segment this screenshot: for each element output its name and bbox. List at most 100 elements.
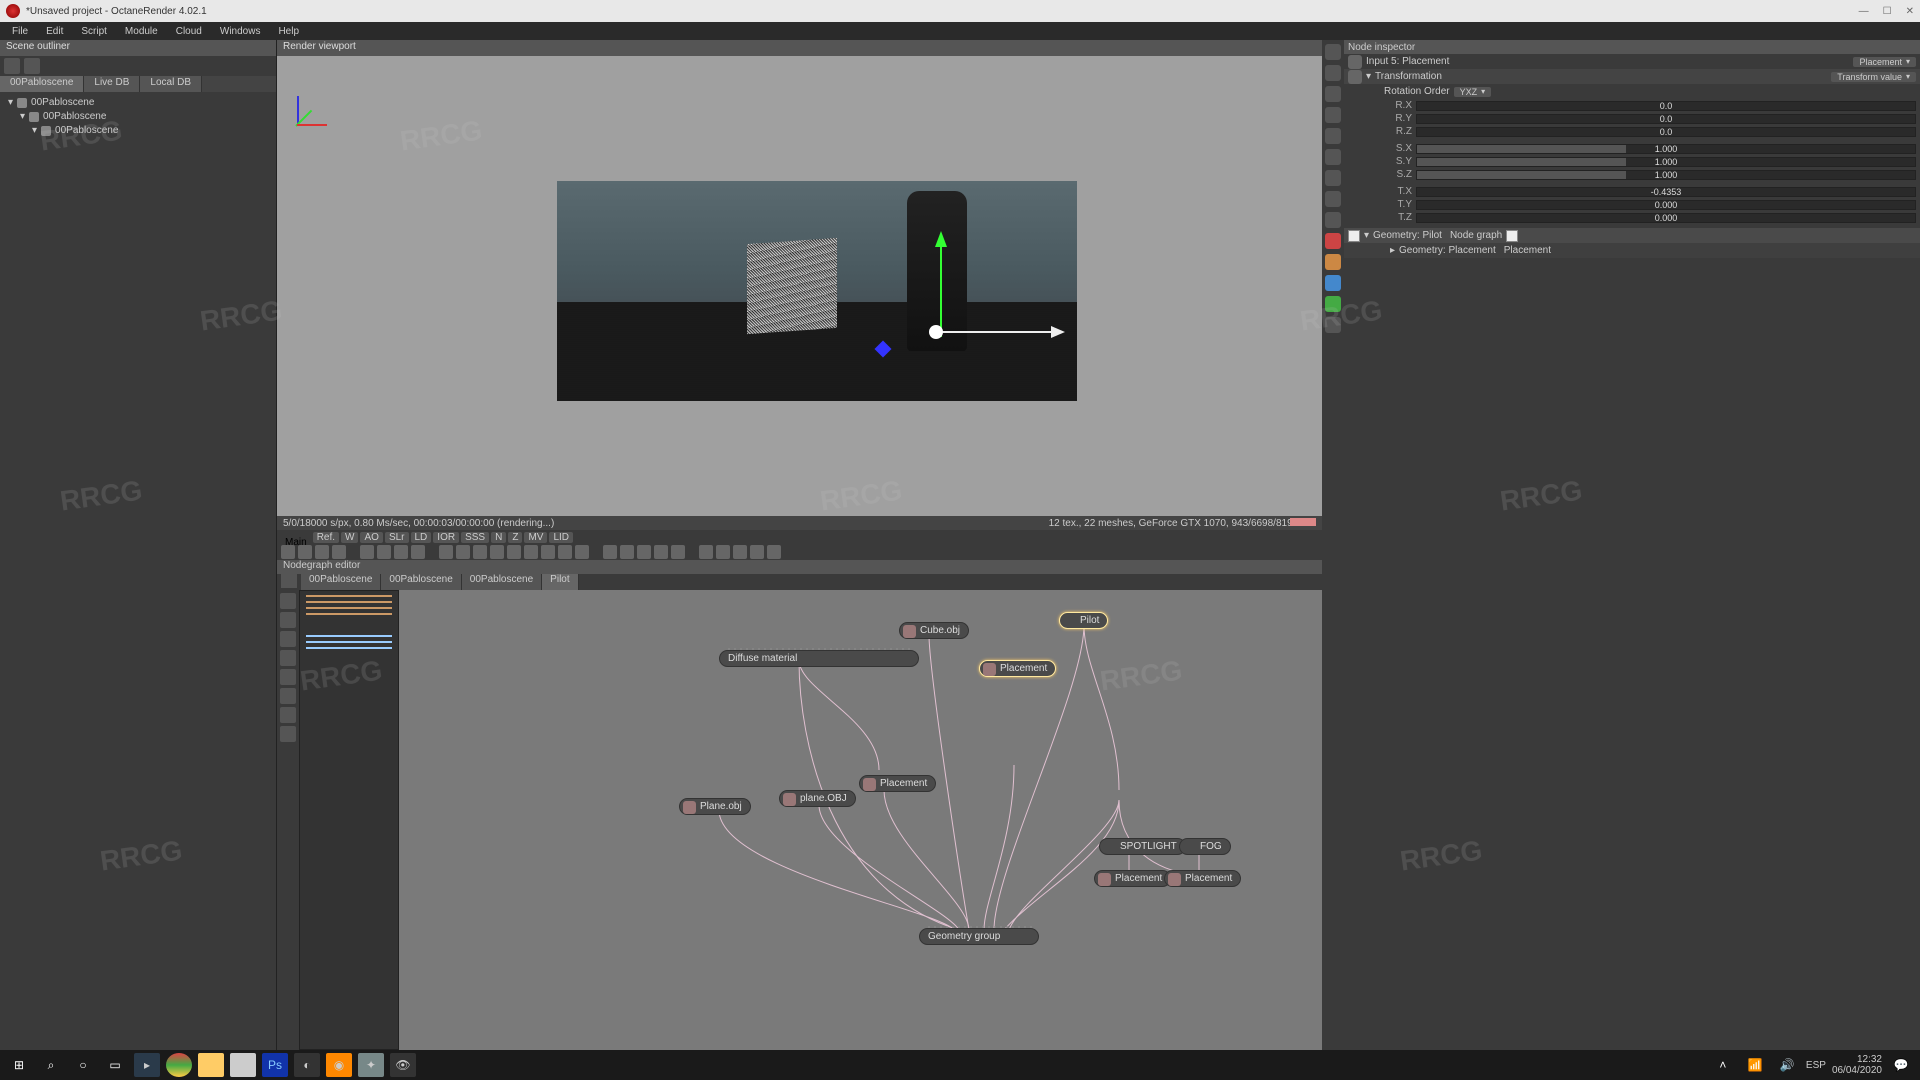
toolbar-icon[interactable] xyxy=(456,545,470,559)
transform-type-dropdown[interactable]: Transform value xyxy=(1831,72,1916,82)
taskbar-app-icon[interactable]: ◐ xyxy=(294,1053,320,1077)
toolbar-icon[interactable] xyxy=(524,545,538,559)
cat-icon[interactable] xyxy=(1325,296,1341,312)
taskbar-app-icon[interactable] xyxy=(230,1053,256,1077)
tab-local-db[interactable]: Local DB xyxy=(140,76,202,92)
tray-network-icon[interactable]: 📶 xyxy=(1742,1053,1768,1077)
cat-icon[interactable] xyxy=(1325,86,1341,102)
ng-tab[interactable]: 00Pabloscene xyxy=(381,574,461,590)
pass-lid-button[interactable]: LID xyxy=(549,532,573,543)
scale-z-slider[interactable]: S.Z1.000 xyxy=(1344,168,1920,181)
outliner-tool-icon[interactable] xyxy=(4,58,20,74)
nodegraph-home-icon[interactable] xyxy=(281,574,297,588)
prev-icon[interactable] xyxy=(377,545,391,559)
toolbar-icon[interactable] xyxy=(332,545,346,559)
node-placement[interactable]: Placement xyxy=(859,775,936,792)
ng-tool-icon[interactable] xyxy=(280,669,296,685)
cat-icon[interactable] xyxy=(1325,233,1341,249)
node-spotlight[interactable]: SPOTLIGHT xyxy=(1099,838,1186,855)
tray-language[interactable]: ESP xyxy=(1806,1060,1826,1071)
nodegraph-minimap[interactable] xyxy=(299,590,399,1050)
preview-swatch-icon[interactable] xyxy=(1506,230,1518,242)
ng-tool-icon[interactable] xyxy=(280,593,296,609)
node-fog[interactable]: FOG xyxy=(1179,838,1231,855)
pass-ao-button[interactable]: AO xyxy=(360,532,382,543)
gizmo-center-icon[interactable] xyxy=(929,325,943,339)
pass-w-button[interactable]: W xyxy=(341,532,358,543)
cat-icon[interactable] xyxy=(1325,65,1341,81)
toolbar-icon[interactable] xyxy=(541,545,555,559)
notifications-icon[interactable]: 💬 xyxy=(1888,1053,1914,1077)
toolbar-icon[interactable] xyxy=(637,545,651,559)
taskview-icon[interactable]: ▭ xyxy=(102,1053,128,1077)
menu-cloud[interactable]: Cloud xyxy=(168,24,210,39)
ng-tab[interactable]: 00Pabloscene xyxy=(462,574,542,590)
tray-chevron-icon[interactable]: ˄ xyxy=(1710,1053,1736,1077)
pause-icon[interactable] xyxy=(394,545,408,559)
pass-sss-button[interactable]: SSS xyxy=(461,532,489,543)
maximize-button[interactable]: ☐ xyxy=(1883,6,1892,17)
gizmo-x-axis-icon[interactable] xyxy=(935,331,1055,333)
ng-tool-icon[interactable] xyxy=(280,650,296,666)
ng-tab[interactable]: 00Pabloscene xyxy=(301,574,381,590)
node-placement[interactable]: Placement xyxy=(1094,870,1171,887)
rotation-order-dropdown[interactable]: YXZ xyxy=(1454,87,1492,97)
cat-icon[interactable] xyxy=(1325,170,1341,186)
cat-icon[interactable] xyxy=(1325,128,1341,144)
geometry-sub-row[interactable]: ▸ Geometry: Placement Placement xyxy=(1344,243,1920,258)
cat-icon[interactable] xyxy=(1325,254,1341,270)
chrome-icon[interactable] xyxy=(166,1053,192,1077)
node-placement[interactable]: Placement xyxy=(979,660,1056,677)
pass-n-button[interactable]: N xyxy=(491,532,506,543)
octane-icon[interactable]: ✦ xyxy=(358,1053,384,1077)
toolbar-icon[interactable] xyxy=(699,545,713,559)
toolbar-icon[interactable] xyxy=(716,545,730,559)
close-button[interactable]: ✕ xyxy=(1906,6,1914,17)
toolbar-icon[interactable] xyxy=(507,545,521,559)
toolbar-icon[interactable] xyxy=(298,545,312,559)
play-icon[interactable] xyxy=(411,545,425,559)
toolbar-icon[interactable] xyxy=(558,545,572,559)
stop-icon[interactable] xyxy=(360,545,374,559)
scale-y-slider[interactable]: S.Y1.000 xyxy=(1344,155,1920,168)
cat-icon[interactable] xyxy=(1325,107,1341,123)
tree-item[interactable]: ▾00Pabloscene xyxy=(8,96,268,110)
translate-y-slider[interactable]: T.Y0.000 xyxy=(1344,198,1920,211)
transformation-section[interactable]: ▾ Transformation Transform value xyxy=(1344,69,1920,84)
tree-item[interactable]: ▾00Pabloscene xyxy=(32,124,268,138)
start-button[interactable]: ⊞ xyxy=(6,1053,32,1077)
tab-scene[interactable]: 00Pabloscene xyxy=(0,76,84,92)
menu-windows[interactable]: Windows xyxy=(212,24,269,39)
tray-volume-icon[interactable]: 🔊 xyxy=(1774,1053,1800,1077)
pass-slr-button[interactable]: SLr xyxy=(385,532,409,543)
menu-script[interactable]: Script xyxy=(73,24,115,39)
cat-icon[interactable] xyxy=(1325,212,1341,228)
toolbar-icon[interactable] xyxy=(654,545,668,559)
pass-ior-button[interactable]: IOR xyxy=(433,532,459,543)
explorer-icon[interactable] xyxy=(198,1053,224,1077)
scale-x-slider[interactable]: S.X1.000 xyxy=(1344,142,1920,155)
toolbar-icon[interactable] xyxy=(490,545,504,559)
search-icon[interactable]: ⌕ xyxy=(38,1053,64,1077)
menu-module[interactable]: Module xyxy=(117,24,166,39)
input-type-dropdown[interactable]: Placement xyxy=(1853,57,1916,67)
ng-tool-icon[interactable] xyxy=(280,726,296,742)
geometry-type-dropdown[interactable]: Node graph xyxy=(1450,230,1502,241)
color-swatch-icon[interactable] xyxy=(1348,230,1360,242)
blender-icon[interactable]: ◉ xyxy=(326,1053,352,1077)
translate-z-slider[interactable]: T.Z0.000 xyxy=(1344,211,1920,224)
toolbar-icon[interactable] xyxy=(733,545,747,559)
geometry-section[interactable]: ▾ Geometry: Pilot Node graph xyxy=(1344,228,1920,243)
system-clock[interactable]: 12:32 06/04/2020 xyxy=(1832,1054,1882,1076)
tab-live-db[interactable]: Live DB xyxy=(84,76,140,92)
outliner-tool-icon[interactable] xyxy=(24,58,40,74)
menu-file[interactable]: File xyxy=(4,24,36,39)
toolbar-icon[interactable] xyxy=(315,545,329,559)
node-geometry-group[interactable]: Geometry group xyxy=(919,928,1039,945)
cat-icon[interactable] xyxy=(1325,149,1341,165)
rotation-z-slider[interactable]: R.Z0.0 xyxy=(1344,125,1920,138)
node-pilot[interactable]: Pilot xyxy=(1059,612,1108,629)
cat-icon[interactable] xyxy=(1325,44,1341,60)
render-viewport[interactable] xyxy=(277,56,1322,516)
toolbar-icon[interactable] xyxy=(575,545,589,559)
